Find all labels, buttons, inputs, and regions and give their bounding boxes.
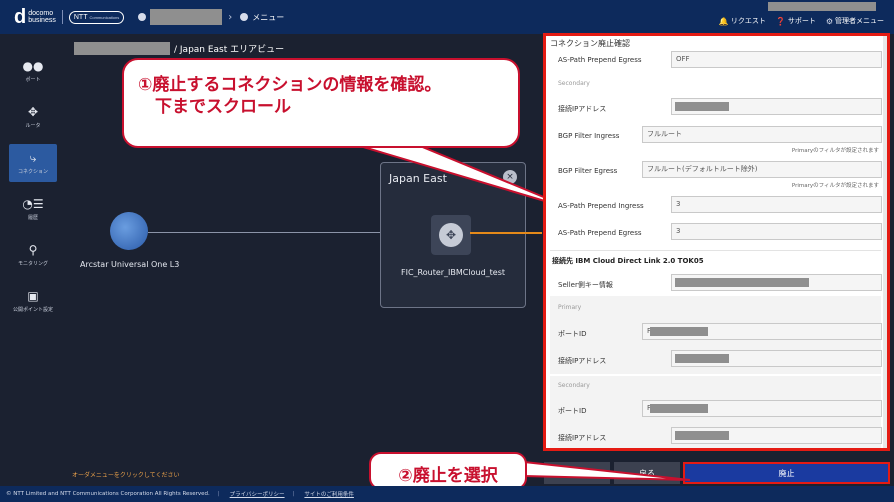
bell-icon: 🔔 xyxy=(718,16,729,26)
bgp-ingress-label: BGP Filter Ingress xyxy=(558,132,620,140)
port-id-label: ポートID xyxy=(558,330,587,338)
callout-select-abolish: ②廃止を選択 xyxy=(369,452,527,490)
area-title: / Japan East エリアビュー xyxy=(74,42,284,55)
masked-area-name xyxy=(74,42,170,55)
panel-title: コネクション廃止確認 xyxy=(550,39,630,48)
masked-ip-address2 xyxy=(675,354,729,363)
ip-address3-label: 接続IPアドレス xyxy=(558,434,607,442)
port-id2-label: ポートID xyxy=(558,407,587,415)
primary-subhead: Primary xyxy=(558,304,582,311)
as-path-ingress-label: AS-Path Prepend Ingress xyxy=(558,202,644,210)
sidebar-item-connection[interactable]: ⤷ コネクション xyxy=(9,144,57,182)
logo-mark: d xyxy=(14,6,27,28)
abolish-button[interactable]: 廃止 xyxy=(683,462,890,484)
close-icon[interactable]: × xyxy=(503,170,517,184)
as-path-egress2-field: 3 xyxy=(671,223,882,240)
connection-icon: ⤷ xyxy=(29,151,37,165)
router-box-title: Japan East xyxy=(389,172,447,185)
help-icon: ❓ xyxy=(775,16,786,26)
port-icon: ●● xyxy=(22,59,44,73)
secondary2-subhead: Secondary xyxy=(558,382,590,389)
monitor-icon: ▣ xyxy=(27,289,39,303)
privacy-policy-link[interactable]: プライバシーポリシー xyxy=(230,490,285,498)
back-button[interactable]: 戻る xyxy=(614,462,680,484)
sidebar-item-router[interactable]: ✥ ルータ xyxy=(9,98,57,136)
router-node[interactable]: ✥ xyxy=(431,215,471,255)
as-path-egress-field: OFF xyxy=(671,51,882,68)
order-hint: オーダメニューをクリックしてください xyxy=(72,472,180,479)
sidebar-item-port[interactable]: ●● ポート xyxy=(9,52,57,90)
masked-breadcrumb xyxy=(150,9,223,25)
masked-user-info xyxy=(768,2,876,11)
copyright-text: © NTT Limited and NTT Communications Cor… xyxy=(6,491,210,497)
breadcrumb-menu[interactable]: メニュー xyxy=(252,12,284,23)
bgp-egress-field: フルルート(デフォルトルート除外) xyxy=(642,161,882,178)
masked-ip-address3 xyxy=(675,431,729,440)
router-name: FIC_Router_IBMCloud_test xyxy=(400,268,506,277)
connection-abolish-confirm-panel[interactable]: コネクション廃止確認 AS-Path Prepend Egress OFF Se… xyxy=(543,33,890,451)
ip-address2-label: 接続IPアドレス xyxy=(558,357,607,365)
router-icon: ✥ xyxy=(27,105,39,119)
section-divider xyxy=(550,250,881,251)
support-link[interactable]: ❓ サポート xyxy=(776,16,816,26)
bgp-egress-note: Primaryのフィルタが設定されます xyxy=(791,183,879,189)
ntt-logo: NTT Communications xyxy=(68,10,125,24)
request-link[interactable]: 🔔 リクエスト xyxy=(719,16,766,26)
admin-menu-link[interactable]: ⚙ 管理者メニュー xyxy=(826,16,884,26)
bgp-ingress-field: フルルート xyxy=(642,126,882,143)
footer-divider: | xyxy=(292,491,295,497)
monitoring-icon: ⚲ xyxy=(28,243,38,257)
sidebar-item-history[interactable]: ◔☰ 履歴 xyxy=(9,190,57,228)
breadcrumb-icon xyxy=(138,13,147,21)
logo-divider xyxy=(61,10,63,24)
globe-icon[interactable] xyxy=(110,212,148,250)
ip-address-label: 接続IPアドレス xyxy=(558,105,607,113)
as-path-egress-label: AS-Path Prepend Egress xyxy=(558,56,642,64)
secondary-subhead: Secondary xyxy=(558,80,590,87)
menu-icon xyxy=(240,13,249,21)
masked-port-id xyxy=(650,327,708,336)
sidebar-item-monitoring[interactable]: ⚲ モニタリング xyxy=(9,236,57,274)
bgp-ingress-note: Primaryのフィルタが設定されます xyxy=(791,148,879,154)
footer: © NTT Limited and NTT Communications Cor… xyxy=(0,486,894,502)
sidebar-item-public-point[interactable]: ▣ 公開ポイント設定 xyxy=(9,282,57,320)
docomo-business-logo[interactable]: d docomo business NTT Communications xyxy=(14,6,125,28)
destination-section-heading: 接続先 IBM Cloud Direct Link 2.0 TOK05 xyxy=(552,257,704,265)
masked-port-id2 xyxy=(650,404,708,413)
selected-connection-line[interactable] xyxy=(470,232,542,234)
callout-scroll-instruction: ①廃止するコネクションの情報を確認。 下までスクロール xyxy=(122,58,520,148)
as-path-egress2-label: AS-Path Prepend Egress xyxy=(558,229,642,237)
router-icon: ✥ xyxy=(439,223,463,247)
left-sidebar: ●● ポート ✥ ルータ ⤷ コネクション ◔☰ 履歴 ⚲ モニタリング ▣ 公… xyxy=(0,34,64,484)
top-right-nav: 🔔 リクエスト ❓ サポート ⚙ 管理者メニュー xyxy=(719,16,884,26)
masked-seller-key xyxy=(675,278,809,287)
panel-scrollbar[interactable] xyxy=(883,36,887,448)
router-box[interactable]: Japan East × ✥ FIC_Router_IBMCloud_test xyxy=(380,162,526,308)
footer-divider: | xyxy=(217,491,220,497)
cancel-button[interactable]: キャンセル xyxy=(544,462,610,484)
history-icon: ◔☰ xyxy=(22,197,44,211)
logo-text: docomo business xyxy=(28,10,56,24)
terms-link[interactable]: サイトのご利用条件 xyxy=(304,490,354,498)
chevron-right-icon: › xyxy=(228,11,233,23)
endpoint-label: Arcstar Universal One L3 xyxy=(80,260,180,269)
bgp-egress-label: BGP Filter Egress xyxy=(558,167,618,175)
masked-ip-address xyxy=(675,102,729,111)
as-path-ingress-field: 3 xyxy=(671,196,882,213)
seller-key-label: Seller側キー情報 xyxy=(558,281,613,289)
gear-icon: ⚙ xyxy=(825,16,833,26)
